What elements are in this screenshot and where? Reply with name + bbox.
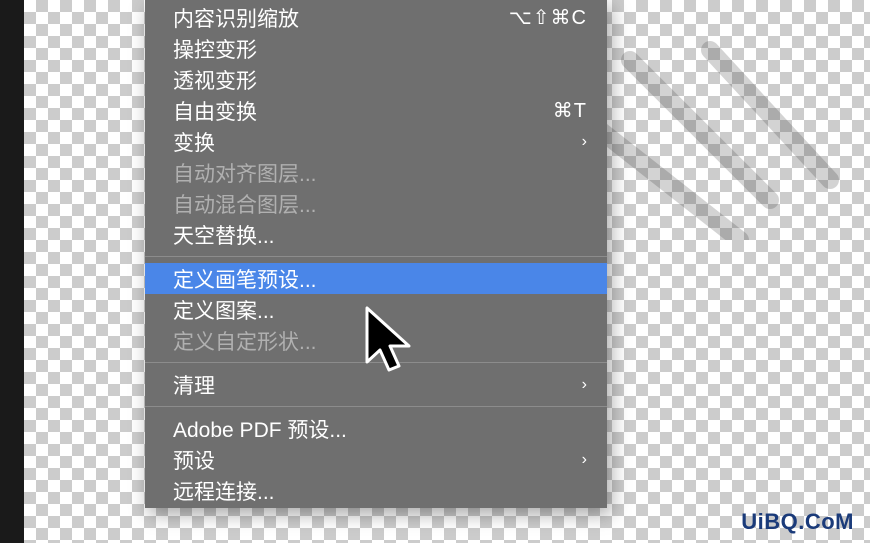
- menu-item-auto-align-layers: 自动对齐图层...: [145, 157, 607, 188]
- menu-item-perspective-warp[interactable]: 透视变形: [145, 64, 607, 95]
- menu-shortcut: ⌥⇧⌘C: [509, 5, 587, 30]
- menu-label: 自动对齐图层...: [173, 158, 587, 188]
- menu-label: 自由变换: [173, 96, 553, 126]
- menu-label: 定义画笔预设...: [173, 264, 587, 294]
- chevron-right-icon: ›: [582, 133, 587, 151]
- menu-item-purge[interactable]: 清理 ›: [145, 369, 607, 400]
- menu-label: 定义自定形状...: [173, 326, 587, 356]
- menu-item-auto-blend-layers: 自动混合图层...: [145, 188, 607, 219]
- menu-label: 预设: [173, 445, 582, 475]
- menu-label: Adobe PDF 预设...: [173, 414, 587, 444]
- menu-item-adobe-pdf-presets[interactable]: Adobe PDF 预设...: [145, 413, 607, 444]
- menu-label: 自动混合图层...: [173, 189, 587, 219]
- chevron-right-icon: ›: [582, 376, 587, 394]
- menu-label: 清理: [173, 370, 582, 400]
- menu-item-free-transform[interactable]: 自由变换 ⌘T: [145, 95, 607, 126]
- menu-item-sky-replacement[interactable]: 天空替换...: [145, 219, 607, 250]
- menu-item-define-brush-preset[interactable]: 定义画笔预设...: [145, 263, 607, 294]
- menu-label: 变换: [173, 127, 582, 157]
- canvas-left-border: [0, 0, 24, 543]
- menu-separator: [145, 256, 607, 257]
- menu-label: 透视变形: [173, 65, 587, 95]
- menu-label: 远程连接...: [173, 476, 587, 506]
- menu-item-define-pattern[interactable]: 定义图案...: [145, 294, 607, 325]
- edit-menu-dropdown: 内容识别缩放 ⌥⇧⌘C 操控变形 透视变形 自由变换 ⌘T 变换 › 自动对齐图…: [145, 0, 607, 508]
- menu-label: 天空替换...: [173, 220, 587, 250]
- bottom-watermark: UiBQ.CoM: [741, 509, 854, 535]
- menu-item-remote-connections[interactable]: 远程连接...: [145, 475, 607, 506]
- menu-item-puppet-warp[interactable]: 操控变形: [145, 33, 607, 64]
- menu-item-define-custom-shape: 定义自定形状...: [145, 325, 607, 356]
- menu-item-content-aware-scale[interactable]: 内容识别缩放 ⌥⇧⌘C: [145, 2, 607, 33]
- chevron-right-icon: ›: [582, 451, 587, 469]
- menu-label: 定义图案...: [173, 295, 587, 325]
- menu-separator: [145, 362, 607, 363]
- menu-item-transform[interactable]: 变换 ›: [145, 126, 607, 157]
- menu-label: 操控变形: [173, 34, 587, 64]
- menu-separator: [145, 406, 607, 407]
- menu-item-presets[interactable]: 预设 ›: [145, 444, 607, 475]
- menu-label: 内容识别缩放: [173, 3, 509, 33]
- menu-shortcut: ⌘T: [553, 98, 587, 123]
